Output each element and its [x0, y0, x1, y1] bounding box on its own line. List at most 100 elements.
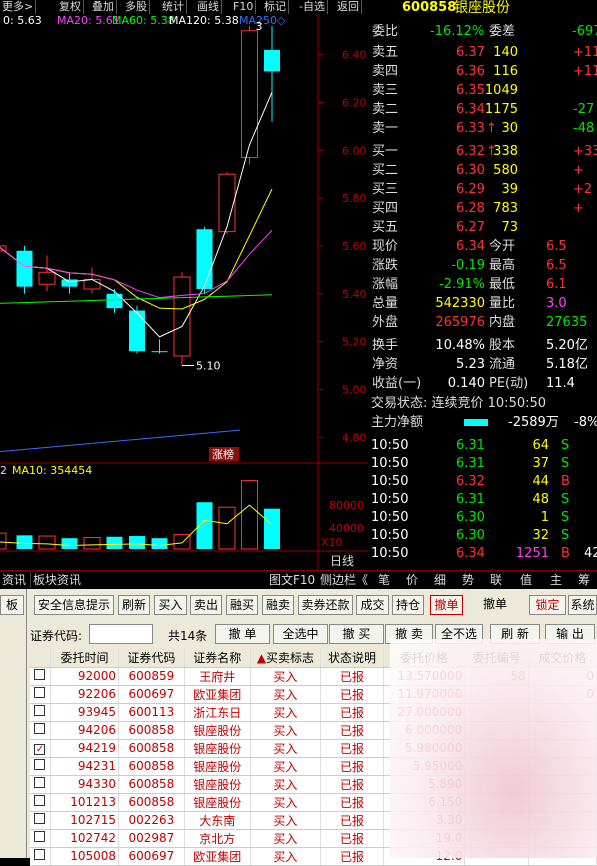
- tab-jia[interactable]: 价: [406, 572, 418, 588]
- row-checkbox-cell[interactable]: [30, 775, 51, 794]
- trade-button[interactable]: 卖出: [190, 595, 222, 615]
- stat-row: 涨跌 -0.19 最高 6.5: [368, 256, 597, 275]
- row-checkbox-cell[interactable]: ✓: [30, 739, 51, 758]
- buy-level[interactable]: 买五 6.27 73: [368, 218, 597, 237]
- sell-level[interactable]: 卖三 6.35 1049: [368, 81, 597, 100]
- row-checkbox[interactable]: [34, 795, 46, 806]
- level-change: +2: [573, 182, 593, 197]
- trade-button[interactable]: 成交: [356, 595, 389, 615]
- toolbar-mark[interactable]: 标记: [262, 0, 289, 14]
- tab-f10[interactable]: 图文F10: [269, 572, 315, 588]
- row-checkbox-cell[interactable]: [30, 757, 51, 776]
- row-checkbox[interactable]: [34, 705, 46, 716]
- row-checkbox-cell[interactable]: [30, 829, 51, 848]
- order-side: 买入: [250, 829, 322, 848]
- level-change: -48: [573, 121, 595, 136]
- tab-xi[interactable]: 细: [434, 572, 446, 588]
- toolbar-watchlist[interactable]: -自选: [297, 0, 328, 14]
- row-checkbox[interactable]: [34, 831, 46, 842]
- column-header[interactable]: 证券名称: [184, 648, 251, 668]
- row-checkbox[interactable]: ✓: [34, 744, 46, 755]
- weicha-value: -697: [572, 24, 597, 39]
- stat-row: 换手 10.48% 股本 5.20亿: [368, 336, 597, 355]
- tab-sector-news[interactable]: 板块资讯: [30, 572, 81, 588]
- toolbar-multi[interactable]: 多股: [123, 0, 150, 14]
- tab-bi[interactable]: 笔: [378, 572, 390, 588]
- order-name: 欧亚集团: [184, 685, 251, 704]
- toolbar-draw[interactable]: 画线: [195, 0, 222, 14]
- buy-level[interactable]: 买四 6.28 783 +: [368, 199, 597, 218]
- tab-zhi[interactable]: 值: [520, 572, 532, 588]
- order-time: 94219: [50, 739, 120, 758]
- tab-news[interactable]: 资讯: [2, 572, 26, 588]
- buy-level[interactable]: 买三 6.29 39 +2: [368, 180, 597, 199]
- kline-chart-area[interactable]: 0: 5.63 MA20: 5.61 MA60: 5.38 MA120: 5.38 MA…: [0, 14, 368, 584]
- sell-level[interactable]: 卖五 6.37 140 +11: [368, 43, 597, 62]
- row-checkbox-cell[interactable]: [30, 685, 51, 704]
- level-change: -27: [573, 102, 595, 117]
- trade-button[interactable]: 卖券还款: [298, 595, 353, 615]
- buy-level[interactable]: 买一 6.32 ↑ 338 +33: [368, 142, 597, 161]
- row-checkbox-cell[interactable]: [30, 703, 51, 722]
- column-header[interactable]: 委托时间: [50, 648, 120, 668]
- sell-level[interactable]: 卖四 6.36 116 +110: [368, 62, 597, 81]
- toolbar-back[interactable]: 返回: [335, 0, 362, 14]
- toolbar-more[interactable]: 更多>: [0, 0, 37, 14]
- tab-zhu[interactable]: 主: [550, 572, 562, 588]
- trade-button[interactable]: 系统: [568, 595, 597, 615]
- daily-label[interactable]: 日线: [330, 554, 354, 568]
- toolbar-fuquan[interactable]: 复权: [57, 0, 84, 14]
- tab-collapse[interactable]: 《: [356, 572, 368, 588]
- level-change: +: [573, 201, 584, 216]
- side-panel-tab[interactable]: 板: [0, 595, 24, 615]
- tab-chou[interactable]: 筹: [578, 572, 590, 588]
- sell-level[interactable]: 卖二 6.34 1175 -27: [368, 100, 597, 119]
- trade-button[interactable]: 融买: [226, 595, 258, 615]
- column-header[interactable]: [30, 648, 51, 668]
- row-checkbox[interactable]: [34, 813, 46, 824]
- tick-time: 10:50: [371, 510, 409, 525]
- row-checkbox-cell[interactable]: [30, 793, 51, 812]
- price-tick-label: 5.60: [342, 240, 367, 253]
- buy-level[interactable]: 买二 6.30 580 +: [368, 161, 597, 180]
- order-action-button[interactable]: 撤 买: [329, 624, 384, 644]
- row-checkbox[interactable]: [34, 777, 46, 788]
- order-name: 欧亚集团: [184, 847, 251, 866]
- row-checkbox[interactable]: [34, 759, 46, 770]
- row-checkbox[interactable]: [34, 687, 46, 698]
- row-checkbox[interactable]: [34, 669, 46, 680]
- order-action-button[interactable]: 撤 单: [215, 624, 270, 644]
- trade-button[interactable]: 持仓: [392, 595, 424, 615]
- trade-button[interactable]: 安全信息提示: [34, 595, 114, 615]
- order-status: 已报: [320, 721, 384, 740]
- tab-lian[interactable]: 联: [490, 572, 502, 588]
- toolbar-overlay[interactable]: 叠加: [90, 0, 117, 14]
- row-checkbox[interactable]: [34, 723, 46, 734]
- code-input[interactable]: [89, 624, 153, 644]
- tab-sidebar[interactable]: 侧边栏: [320, 572, 356, 588]
- trade-button[interactable]: 撤单: [470, 595, 520, 615]
- toolbar-f10[interactable]: F10: [231, 0, 257, 14]
- column-header[interactable]: 状态说明: [320, 648, 384, 668]
- tab-shi[interactable]: 势: [462, 572, 474, 588]
- candle-body-up: [218, 173, 236, 233]
- main-net-label: 主力净额: [371, 415, 424, 430]
- row-checkbox-cell[interactable]: [30, 847, 51, 866]
- column-header[interactable]: 证券代码: [118, 648, 185, 668]
- order-side: 买入: [250, 847, 322, 866]
- trade-button[interactable]: 融卖: [262, 595, 294, 615]
- trade-button[interactable]: 买入: [154, 595, 187, 615]
- stat-label: 外盘: [372, 315, 399, 330]
- trade-button[interactable]: 锁定: [529, 595, 566, 615]
- column-header[interactable]: ▲买卖标志: [250, 648, 322, 668]
- trade-button[interactable]: 刷新: [118, 595, 150, 615]
- stat-label: 今开: [489, 239, 516, 254]
- trade-button[interactable]: 撤单: [430, 595, 463, 615]
- sell-level[interactable]: 卖一 6.33 ↑ 30 -48: [368, 119, 597, 138]
- row-checkbox-cell[interactable]: [30, 721, 51, 740]
- order-action-button[interactable]: 全选中: [273, 624, 328, 644]
- toolbar-stats[interactable]: 统计: [160, 0, 187, 14]
- row-checkbox[interactable]: [34, 849, 46, 860]
- row-checkbox-cell[interactable]: [30, 667, 51, 686]
- row-checkbox-cell[interactable]: [30, 811, 51, 830]
